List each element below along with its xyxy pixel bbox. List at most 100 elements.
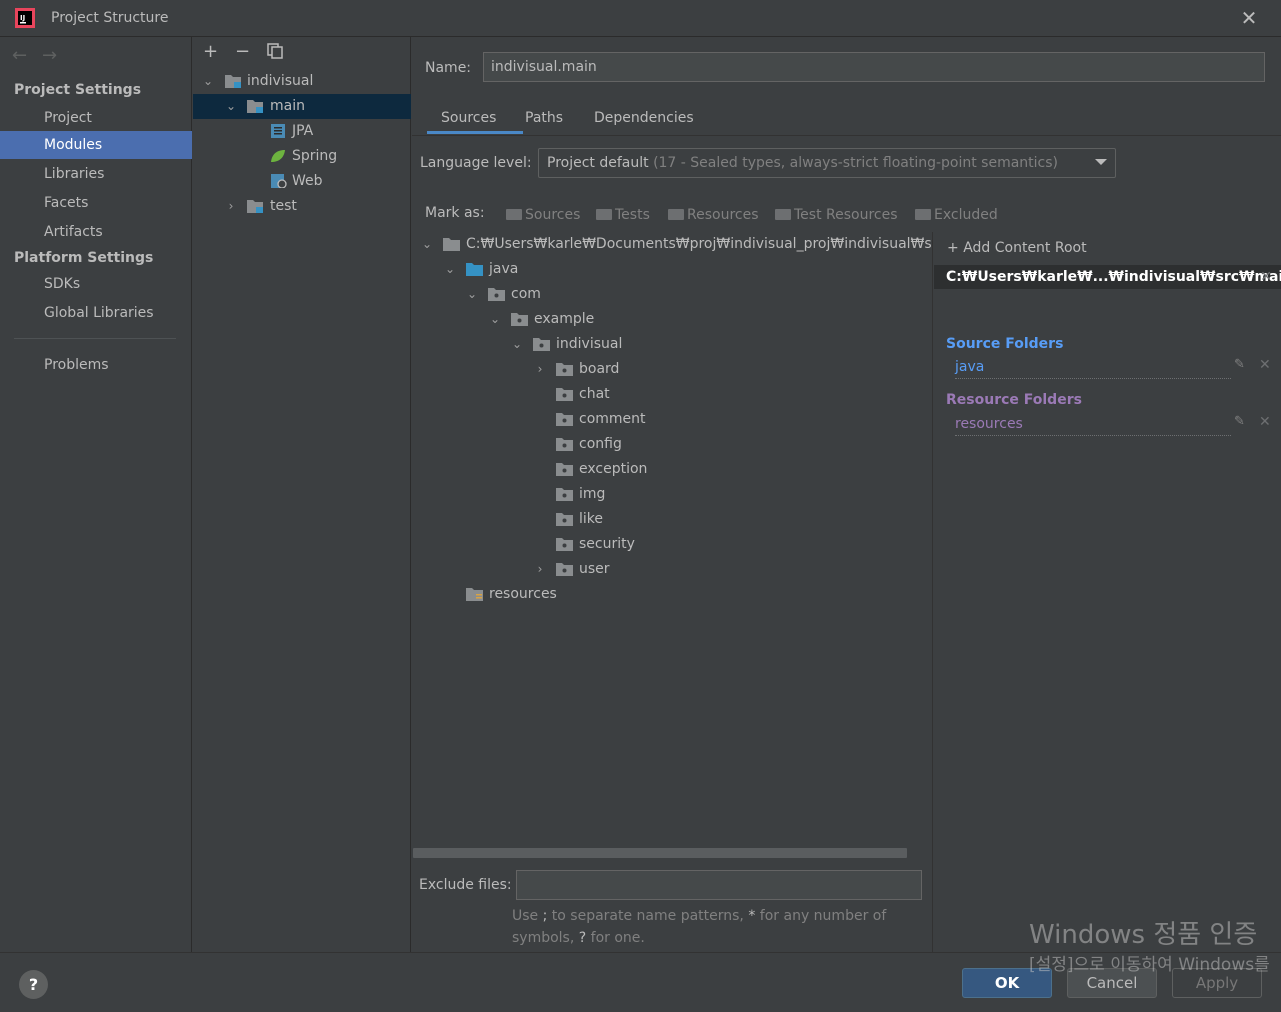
tab-sources[interactable]: Sources bbox=[441, 110, 496, 126]
remove-folder-icon[interactable]: ✕ bbox=[1259, 357, 1271, 373]
add-content-root-button[interactable]: + Add Content Root bbox=[947, 240, 1087, 256]
package-icon bbox=[556, 463, 573, 476]
package-icon bbox=[556, 513, 573, 526]
package-icon bbox=[488, 288, 505, 301]
back-arrow-icon[interactable]: ← bbox=[12, 45, 27, 66]
folder-label: img bbox=[579, 486, 606, 502]
folder-label: security bbox=[579, 536, 635, 552]
module-tree-test[interactable]: › test bbox=[193, 194, 411, 219]
package-icon bbox=[556, 563, 573, 576]
module-tree-main[interactable]: ⌄ main bbox=[193, 94, 411, 119]
nav-item-sdks[interactable]: SDKs bbox=[0, 270, 192, 298]
folder-label: like bbox=[579, 511, 604, 527]
edit-pencil-icon[interactable]: ✎ bbox=[1234, 414, 1245, 429]
language-level-detail: (17 - Sealed types, always-strict floati… bbox=[653, 155, 1059, 171]
mark-as-tests-button[interactable]: Tests bbox=[596, 207, 650, 223]
package-icon bbox=[556, 438, 573, 451]
source-folder-item[interactable]: java bbox=[955, 359, 1231, 379]
chevron-right-icon[interactable]: › bbox=[224, 194, 238, 219]
active-tab-indicator bbox=[427, 131, 523, 134]
nav-item-problems[interactable]: Problems bbox=[0, 351, 192, 379]
web-icon bbox=[271, 174, 287, 188]
spring-leaf-icon bbox=[271, 150, 285, 162]
chevron-down-icon[interactable]: ⌄ bbox=[510, 332, 524, 357]
resource-folders-header: Resource Folders bbox=[946, 392, 1082, 408]
horizontal-scrollbar[interactable] bbox=[413, 848, 907, 858]
folder-label: com bbox=[511, 286, 541, 302]
mark-as-label: Mark as: bbox=[425, 205, 485, 221]
folder-label: example bbox=[534, 311, 595, 327]
chevron-down-icon[interactable]: ⌄ bbox=[465, 282, 479, 307]
exclude-files-field[interactable] bbox=[516, 870, 922, 900]
nav-item-project[interactable]: Project bbox=[0, 104, 192, 132]
mark-as-sources-button[interactable]: Sources bbox=[506, 207, 580, 223]
folder-label: resources bbox=[489, 586, 557, 602]
resources-folder-icon bbox=[668, 209, 684, 220]
facet-spring[interactable]: Spring bbox=[193, 144, 411, 169]
folder-icon bbox=[443, 238, 460, 251]
package-icon bbox=[533, 338, 550, 351]
chevron-down-icon[interactable]: ⌄ bbox=[201, 69, 215, 94]
nav-item-facets[interactable]: Facets bbox=[0, 189, 192, 217]
chevron-right-icon[interactable]: › bbox=[533, 557, 547, 582]
module-name-field[interactable]: indivisual.main bbox=[483, 52, 1265, 82]
resource-folder-item[interactable]: resources bbox=[955, 416, 1231, 436]
project-settings-header: Project Settings bbox=[14, 82, 142, 98]
module-folder-icon bbox=[247, 100, 263, 113]
facet-label: Web bbox=[292, 173, 323, 189]
folder-icon bbox=[506, 209, 522, 220]
copy-icon[interactable] bbox=[267, 43, 283, 59]
module-folder-icon bbox=[225, 75, 241, 88]
nav-item-artifacts[interactable]: Artifacts bbox=[0, 218, 192, 246]
mark-as-resources-button[interactable]: Resources bbox=[668, 207, 759, 223]
nav-item-modules[interactable]: Modules bbox=[0, 131, 192, 159]
folder-icon bbox=[596, 209, 612, 220]
facet-web[interactable]: Web bbox=[193, 169, 411, 194]
add-icon[interactable]: + bbox=[203, 41, 218, 62]
close-icon[interactable]: ✕ bbox=[1239, 8, 1259, 28]
folder-label: java bbox=[489, 261, 519, 277]
tab-dependencies[interactable]: Dependencies bbox=[594, 110, 694, 126]
name-label: Name: bbox=[425, 60, 472, 76]
forward-arrow-icon[interactable]: → bbox=[42, 45, 57, 66]
remove-icon[interactable]: − bbox=[235, 41, 250, 62]
package-icon bbox=[556, 363, 573, 376]
help-button[interactable]: ? bbox=[19, 970, 48, 999]
facet-jpa[interactable]: JPA bbox=[193, 119, 411, 144]
tab-paths[interactable]: Paths bbox=[525, 110, 563, 126]
folder-label: indivisual bbox=[556, 336, 623, 352]
mark-as-excluded-button[interactable]: Excluded bbox=[915, 207, 998, 223]
intellij-app-icon: IJ bbox=[15, 8, 35, 28]
content-root-path[interactable]: C:₩Users₩karle₩...₩indivisual₩src₩main ✕ bbox=[934, 265, 1281, 289]
tree-root-row[interactable]: ⌄ C:₩Users₩karle₩Documents₩proj₩indivisu… bbox=[412, 232, 932, 257]
package-icon bbox=[556, 388, 573, 401]
folder-label: config bbox=[579, 436, 622, 452]
platform-settings-header: Platform Settings bbox=[14, 250, 154, 266]
language-level-dropdown[interactable]: Project default (17 - Sealed types, alwa… bbox=[538, 148, 1116, 178]
nav-item-global-libraries[interactable]: Global Libraries bbox=[0, 299, 192, 327]
facet-label: Spring bbox=[292, 148, 338, 164]
remove-folder-icon[interactable]: ✕ bbox=[1259, 414, 1271, 430]
remove-root-icon[interactable]: ✕ bbox=[1260, 265, 1272, 289]
nav-item-libraries[interactable]: Libraries bbox=[0, 160, 192, 188]
chevron-down-icon[interactable]: ⌄ bbox=[488, 307, 502, 332]
nav-divider bbox=[14, 338, 176, 339]
window-title: Project Structure bbox=[51, 10, 169, 26]
language-level-label: Language level: bbox=[420, 155, 532, 171]
module-tree-root[interactable]: ⌄ indivisual bbox=[193, 69, 411, 94]
chevron-down-icon[interactable]: ⌄ bbox=[443, 257, 457, 282]
content-root-panel: + Add Content Root C:₩Users₩karle₩...₩in… bbox=[932, 232, 1281, 952]
resources-folder-icon bbox=[466, 588, 483, 601]
module-details: Name: indivisual.main Sources Paths Depe… bbox=[412, 37, 1281, 952]
folder-label: user bbox=[579, 561, 610, 577]
chevron-down-icon[interactable]: ⌄ bbox=[224, 94, 238, 119]
chevron-right-icon[interactable]: › bbox=[533, 357, 547, 382]
folder-label: exception bbox=[579, 461, 648, 477]
edit-pencil-icon[interactable]: ✎ bbox=[1234, 357, 1245, 372]
chevron-down-icon[interactable]: ⌄ bbox=[420, 232, 434, 257]
mark-as-test-resources-button[interactable]: Test Resources bbox=[775, 207, 898, 223]
module-folder-icon bbox=[247, 200, 263, 213]
module-tree-panel: + − ⌄ indivisual ⌄ main JPA Spring Web ›… bbox=[193, 37, 411, 952]
module-name: main bbox=[270, 98, 305, 114]
package-icon bbox=[556, 538, 573, 551]
